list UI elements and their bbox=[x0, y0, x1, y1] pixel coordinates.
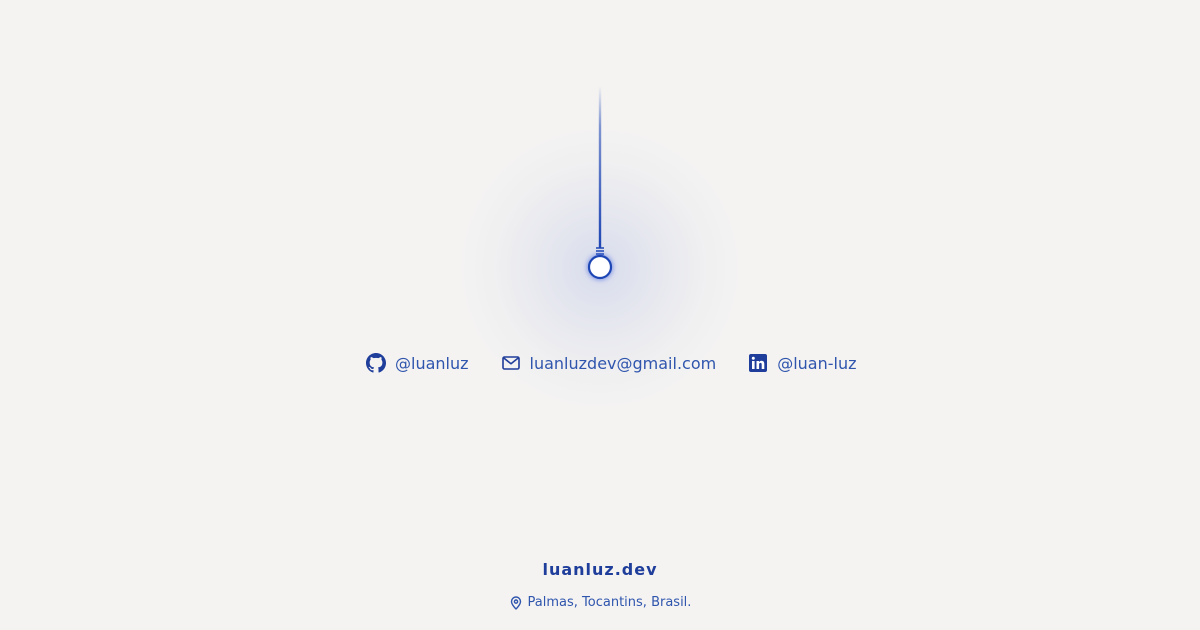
location: Palmas, Tocantins, Brasil. bbox=[0, 595, 1200, 610]
bulb-wire bbox=[598, 86, 602, 248]
github-link[interactable]: @luanluz bbox=[366, 353, 469, 373]
github-handle: @luanluz bbox=[395, 353, 469, 373]
linkedin-handle: @luan-luz bbox=[777, 353, 857, 373]
mail-icon bbox=[501, 353, 521, 373]
site-brand: luanluz.dev bbox=[542, 560, 658, 579]
map-pin-icon bbox=[509, 595, 523, 610]
contact-links: @luanluz luanluzdev@gmail.com @luan-luz bbox=[366, 350, 857, 376]
bulb[interactable] bbox=[587, 254, 613, 280]
github-icon bbox=[366, 353, 386, 373]
linkedin-icon bbox=[748, 353, 768, 373]
bulb-socket bbox=[596, 247, 604, 255]
location-text: Palmas, Tocantins, Brasil. bbox=[527, 595, 692, 610]
email-link[interactable]: luanluzdev@gmail.com bbox=[501, 353, 717, 373]
light-bulb-toggle[interactable] bbox=[580, 86, 620, 286]
linkedin-link[interactable]: @luan-luz bbox=[748, 353, 857, 373]
email-address: luanluzdev@gmail.com bbox=[529, 353, 717, 373]
